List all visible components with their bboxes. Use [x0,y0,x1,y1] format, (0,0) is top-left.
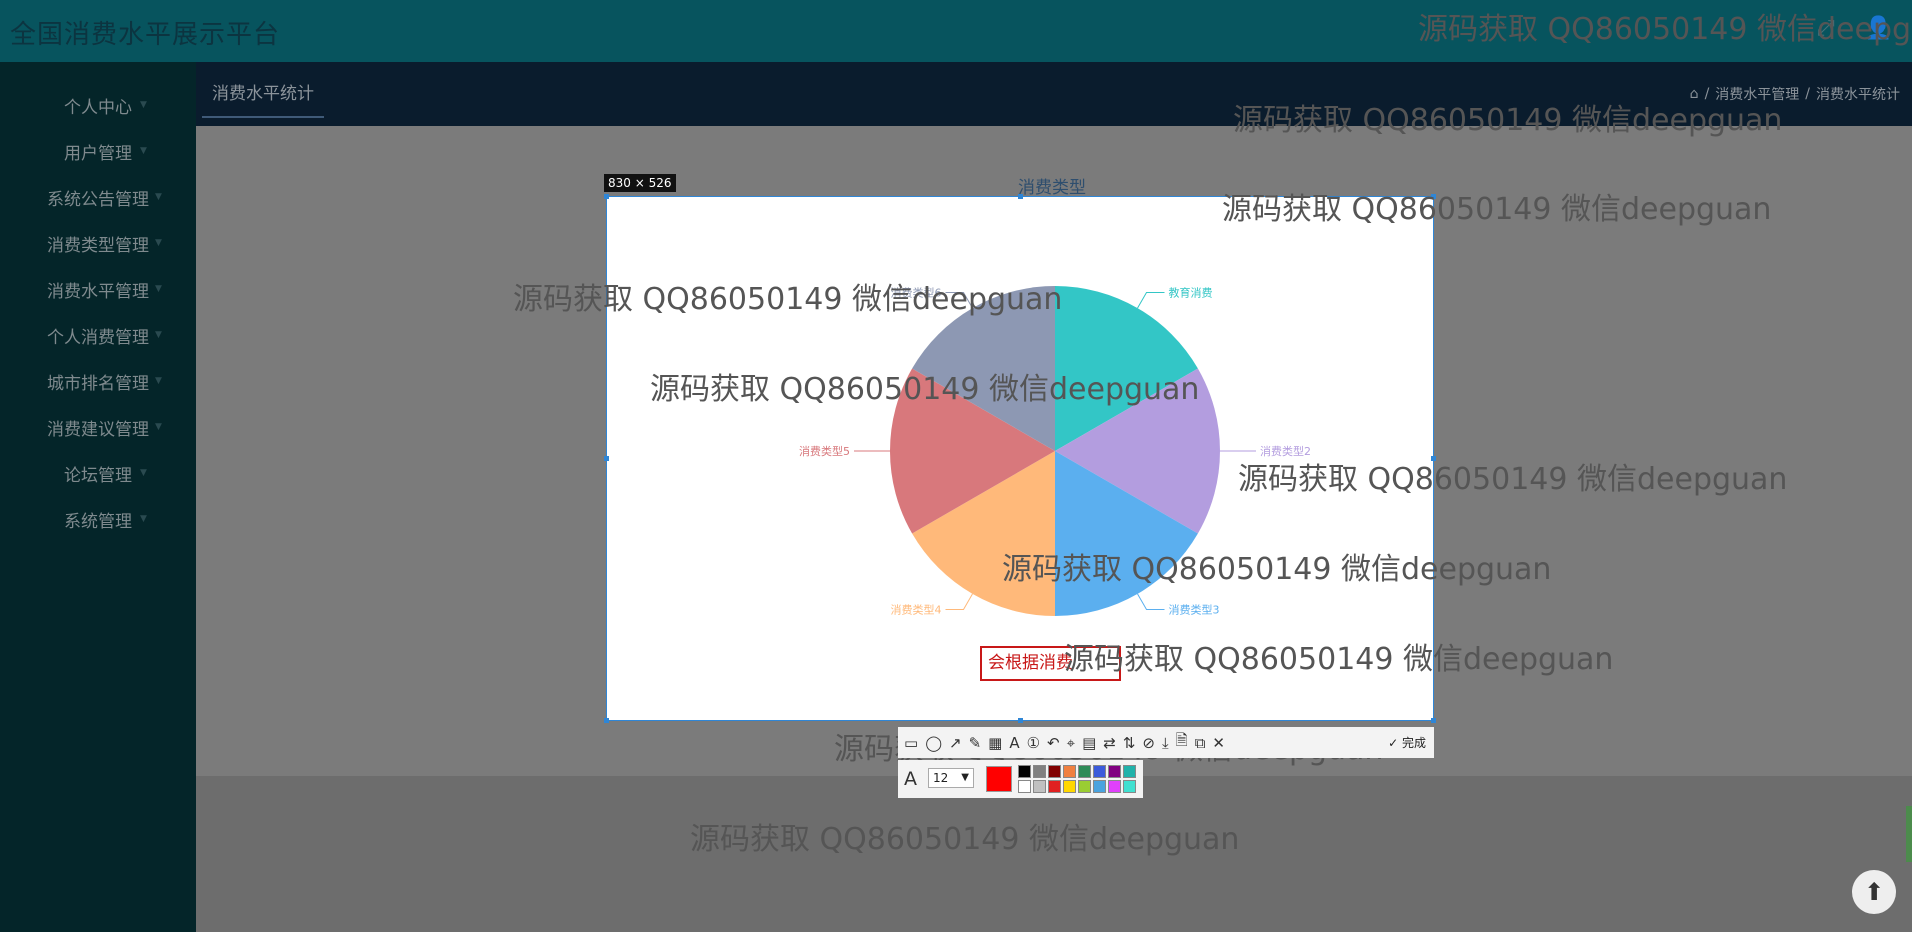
sidebar: 个人中心 ▼ 用户管理 ▼ 系统公告管理 ▼ 消费类型管理 ▼ 消费水平管理 ▼ 个人消费… [0,62,196,932]
sidebar-item-label: 系统管理 [64,511,132,532]
watermark: 源码获取 QQ86050149 微信deepguan [513,282,1063,317]
color-swatch[interactable] [1078,765,1091,778]
selection-size-label: 830 × 526 [604,174,676,192]
app-title: 全国消费水平展示平台 [10,20,281,50]
pie-label: 消费类型4 [891,602,942,616]
sidebar-item-label: 城市排名管理 [47,373,149,394]
sidebar-item-users[interactable]: 用户管理 ▼ [0,128,196,174]
color-swatch[interactable] [1063,765,1076,778]
sidebar-item-consumption-types[interactable]: 消费类型管理 ▼ [0,220,196,266]
watermark: 源码获取 QQ86050149 微信deepguan [690,822,1240,857]
sidebar-item-label: 个人中心 [64,97,132,118]
current-color-swatch[interactable] [986,766,1012,792]
copy-icon[interactable]: ⧉ [1195,734,1206,752]
color-swatch[interactable] [1033,780,1046,793]
sidebar-item-label: 消费水平管理 [47,281,149,302]
sidebar-item-personal-center[interactable]: 个人中心 ▼ [0,82,196,128]
chevron-down-icon: ▼ [140,100,147,110]
sidebar-item-suggestions[interactable]: 消费建议管理 ▼ [0,404,196,450]
translate-icon[interactable]: ⇄ [1103,734,1116,752]
watermark: 源码获取 QQ86050149 微信deepguan [1233,103,1783,138]
sidebar-item-system[interactable]: 系统管理 ▼ [0,496,196,542]
color-swatch[interactable] [1018,780,1031,793]
undo-icon[interactable]: ↶ [1047,734,1060,752]
sidebar-item-label: 个人消费管理 [47,327,149,348]
font-icon: A [904,768,917,790]
font-size-value: 12 [933,771,949,785]
watermark: 源码获取 QQ86050149 微信deepguan [650,372,1200,407]
chevron-down-icon: ▼ [155,192,162,202]
sidebar-item-announcements[interactable]: 系统公告管理 ▼ [0,174,196,220]
color-swatch[interactable] [1123,780,1136,793]
ellipse-tool-icon[interactable]: ◯ [925,734,942,752]
chevron-down-icon: ▼ [155,376,162,386]
sidebar-item-label: 系统公告管理 [47,189,149,210]
pie-label-line [945,593,973,610]
sidebar-item-label: 用户管理 [64,143,132,164]
pen-tool-icon[interactable]: ✎ [969,734,982,752]
color-swatch[interactable] [1093,765,1106,778]
color-swatch[interactable] [1033,765,1046,778]
watermark: 源码获取 QQ86050149 微信deepguan [1418,12,1912,47]
color-swatch[interactable] [1078,780,1091,793]
back-to-top-button[interactable]: ⬆ [1852,870,1896,914]
chevron-down-icon: ▼ [140,514,147,524]
serial-number-icon[interactable]: ① [1027,734,1040,752]
breadcrumb-item: 消费水平统计 [1816,87,1900,103]
ocr-icon[interactable]: ▤ [1082,734,1096,752]
text-tool-icon[interactable]: A [1009,734,1019,752]
chevron-down-icon: ▼ [961,772,969,783]
font-size-select[interactable]: 12 ▼ [928,768,974,788]
chevron-down-icon: ▼ [155,422,162,432]
color-swatch[interactable] [1018,765,1031,778]
chevron-down-icon: ▼ [155,330,162,340]
color-palette [1018,765,1136,793]
chevron-down-icon: ▼ [155,238,162,248]
mosaic-tool-icon[interactable]: ▦ [988,734,1002,752]
text-style-toolbar: A 12 ▼ [898,760,1143,798]
sidebar-item-label: 消费建议管理 [47,419,149,440]
sidebar-item-city-ranking[interactable]: 城市排名管理 ▼ [0,358,196,404]
pin-icon[interactable]: ⌖ [1067,734,1075,752]
done-button[interactable]: ✓ 完成 [1388,734,1426,751]
sidebar-item-personal-consumption[interactable]: 个人消费管理 ▼ [0,312,196,358]
check-icon: ✓ [1388,736,1402,750]
color-swatch[interactable] [1108,765,1121,778]
chevron-down-icon: ▼ [140,468,147,478]
sidebar-item-label: 论坛管理 [64,465,132,486]
sidebar-item-label: 消费类型管理 [47,235,149,256]
pie-label-line [1137,593,1165,610]
color-swatch[interactable] [1048,765,1061,778]
rectangle-tool-icon[interactable]: ▭ [904,734,918,752]
watermark: 源码获取 QQ86050149 微信deepguan [1222,192,1772,227]
capture-toolbar: ▭ ◯ ↗ ✎ ▦ A ① ↶ ⌖ ▤ ⇄ ⇅ ⊘ ⤓ 🗎 ⧉ ✕ ✓ 完成 [898,727,1434,758]
color-swatch[interactable] [1048,780,1061,793]
scroll-capture-icon[interactable]: ⇅ [1123,734,1136,752]
pie-label: 消费类型3 [1169,602,1220,616]
pie-label: 教育消费 [1169,286,1213,300]
close-icon[interactable]: ✕ [1212,734,1225,752]
arrow-tool-icon[interactable]: ↗ [949,734,962,752]
sidebar-item-consumption-levels[interactable]: 消费水平管理 ▼ [0,266,196,312]
sidebar-item-forum[interactable]: 论坛管理 ▼ [0,450,196,496]
tab-consumption-stats[interactable]: 消费水平统计 [202,62,324,118]
color-swatch[interactable] [1108,780,1121,793]
chevron-down-icon: ▼ [155,284,162,294]
watermark: 源码获取 QQ86050149 微信deepguan [1238,462,1788,497]
pie-label: 消费类型5 [799,444,850,458]
save-icon[interactable]: 🗎 [1176,730,1188,755]
eraser-icon[interactable]: ⊘ [1142,734,1155,752]
color-swatch[interactable] [1063,780,1076,793]
arrow-up-icon: ⬆ [1863,878,1885,906]
download-icon[interactable]: ⤓ [1162,734,1169,752]
chevron-down-icon: ▼ [140,146,147,156]
watermark: 源码获取 QQ86050149 微信deepguan [1002,552,1552,587]
color-swatch[interactable] [1123,765,1136,778]
watermark: 源码获取 QQ86050149 微信deepguan [1064,642,1614,677]
pie-label-line [1137,292,1165,309]
side-scroll-handle[interactable] [1906,806,1912,862]
chart-title: 消费类型 [1018,178,1086,198]
color-swatch[interactable] [1093,780,1106,793]
done-label: 完成 [1401,736,1426,750]
